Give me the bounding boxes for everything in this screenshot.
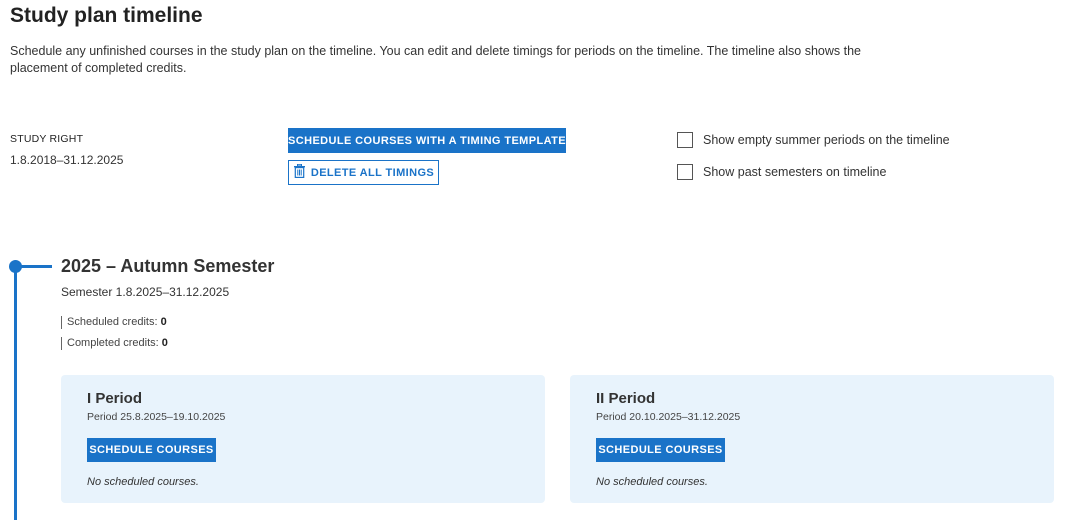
scheduled-credits: Scheduled credits: 0 [61,316,167,329]
page-title: Study plan timeline [10,4,203,27]
period-card: II Period Period 20.10.2025–31.12.2025 S… [570,375,1054,503]
checkbox[interactable] [677,132,693,148]
completed-credits-label: Completed credits: [67,337,159,349]
timeline-line [14,266,17,520]
no-courses-text: No scheduled courses. [596,476,708,488]
period-dates: Period 25.8.2025–19.10.2025 [87,411,226,423]
period-title: I Period [87,390,143,407]
period-dates: Period 20.10.2025–31.12.2025 [596,411,741,423]
semester-dates: Semester 1.8.2025–31.12.2025 [61,285,230,299]
option-show-past-semesters[interactable]: Show past semesters on timeline [677,164,886,180]
study-right-label: STUDY RIGHT [10,133,84,145]
delete-all-timings-button[interactable]: DELETE ALL TIMINGS [288,160,439,185]
schedule-courses-button[interactable]: SCHEDULE COURSES [596,438,725,462]
option-label: Show past semesters on timeline [703,165,887,179]
scheduled-credits-value: 0 [160,316,167,328]
no-courses-text: No scheduled courses. [87,476,199,488]
timeline-connector [20,265,52,268]
period-card: I Period Period 25.8.2025–19.10.2025 SCH… [61,375,545,503]
option-show-summer-periods[interactable]: Show empty summer periods on the timelin… [677,132,950,148]
trash-icon [293,163,306,181]
completed-credits: Completed credits: 0 [61,337,168,350]
schedule-courses-button[interactable]: SCHEDULE COURSES [87,438,216,462]
checkbox[interactable] [677,164,693,180]
completed-credits-value: 0 [161,337,168,349]
semester-title: 2025 – Autumn Semester [61,256,275,276]
scheduled-credits-label: Scheduled credits: [67,316,158,328]
period-title: II Period [596,390,656,407]
option-label: Show empty summer periods on the timelin… [703,133,950,147]
study-right-dates: 1.8.2018–31.12.2025 [10,153,124,167]
page-intro: Schedule any unfinished courses in the s… [10,44,861,75]
schedule-with-template-button[interactable]: SCHEDULE COURSES WITH A TIMING TEMPLATE [288,128,566,153]
delete-all-timings-label: DELETE ALL TIMINGS [310,166,435,179]
